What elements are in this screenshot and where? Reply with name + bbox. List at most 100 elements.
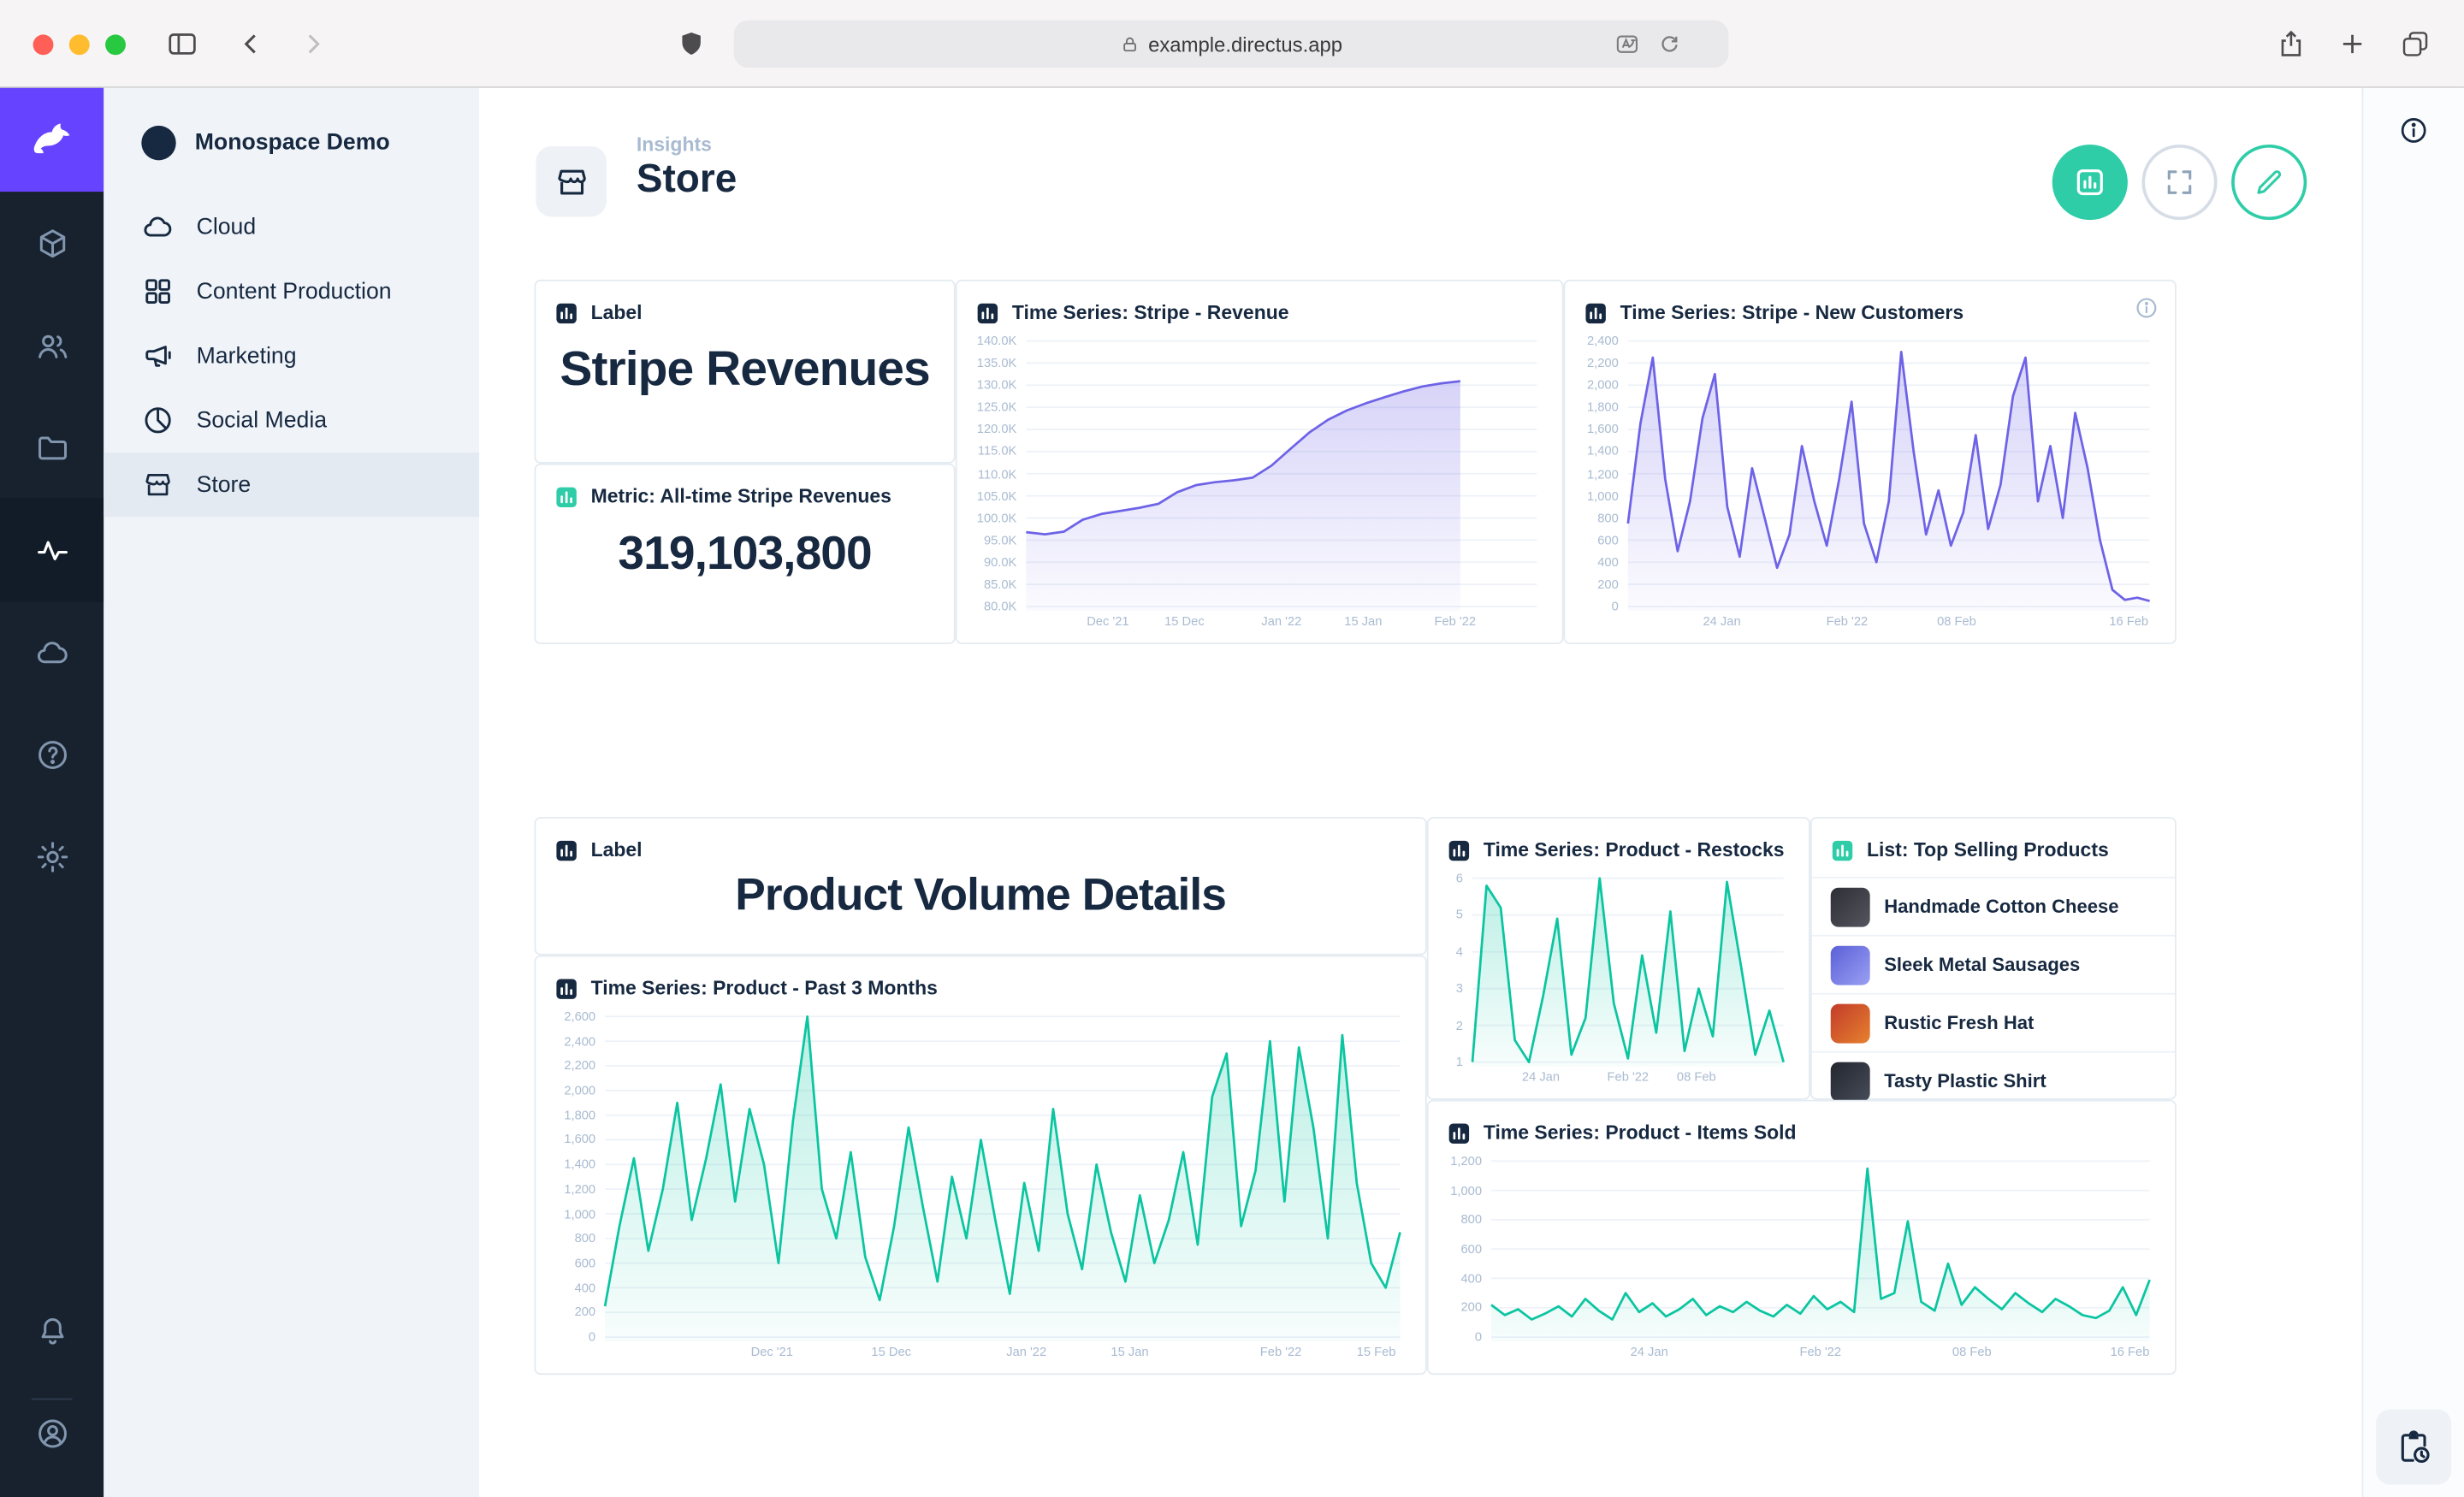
y-axis-label: 2,400: [1578, 334, 1619, 348]
y-axis-label: 130.0K: [969, 378, 1016, 393]
module-users-icon[interactable]: [0, 293, 104, 397]
x-axis-label: 15 Jan: [1111, 1345, 1148, 1359]
sidebar-item-label: Store: [197, 472, 252, 497]
module-settings-icon[interactable]: [0, 804, 104, 908]
edit-dashboard-button[interactable]: [2231, 145, 2307, 220]
sidebar-toggle-icon[interactable]: [165, 27, 199, 61]
module-bar: [0, 88, 104, 1497]
megaphone-icon: [141, 340, 175, 373]
chart-panel-icon: [554, 977, 578, 1001]
chart-panel-icon: [554, 838, 578, 862]
back-icon[interactable]: [236, 27, 268, 61]
forward-icon[interactable]: [297, 27, 329, 61]
product-name: Tasty Plastic Shirt: [1884, 1070, 2046, 1092]
x-axis-label: 15 Dec: [1164, 614, 1205, 629]
panel-restocks-chart[interactable]: Time Series: Product - Restocks 65432124…: [1427, 817, 1810, 1100]
url-text: example.directus.app: [1148, 33, 1342, 56]
tab-overview-icon[interactable]: [2400, 27, 2431, 61]
y-axis-label: 1,800: [1578, 400, 1619, 415]
minimize-window-button[interactable]: [69, 33, 90, 54]
module-cloud-icon[interactable]: [0, 601, 104, 704]
y-axis-label: 5: [1441, 908, 1463, 922]
directus-logo[interactable]: [0, 88, 104, 192]
list-item[interactable]: Handmade Cotton Cheese: [1812, 877, 2175, 935]
sidebar-item-label: Content Production: [197, 279, 392, 304]
x-axis-label: 08 Feb: [1952, 1345, 1992, 1359]
address-bar[interactable]: example.directus.app: [734, 21, 1729, 68]
x-axis-label: 16 Feb: [2109, 614, 2148, 629]
y-axis-label: 3: [1441, 981, 1463, 996]
y-axis-label: 2,600: [548, 1009, 595, 1024]
panel-title: Time Series: Product - Items Sold: [1484, 1121, 1797, 1144]
y-axis-label: 1: [1441, 1055, 1463, 1069]
module-insights-icon[interactable]: [0, 498, 104, 601]
panel-label-product-volume[interactable]: Label Product Volume Details: [534, 817, 1426, 956]
stripe-revenue-chart: 140.0K135.0K130.0K125.0K120.0K115.0K110.…: [969, 332, 1546, 636]
list-item[interactable]: Rustic Fresh Hat: [1812, 993, 2175, 1051]
info-icon[interactable]: [2134, 295, 2159, 320]
translate-icon[interactable]: [1614, 21, 1640, 68]
sidebar-item-content-production[interactable]: Content Production: [104, 259, 479, 323]
panel-past-3-months-chart[interactable]: Time Series: Product - Past 3 Months 2,6…: [534, 956, 1426, 1375]
list-item[interactable]: Sleek Metal Sausages: [1812, 935, 2175, 993]
activity-log-icon[interactable]: [2376, 1410, 2451, 1485]
y-axis-label: 200: [1441, 1300, 1482, 1315]
fullscreen-button[interactable]: [2141, 145, 2217, 220]
right-sidebar: [2362, 88, 2464, 1497]
panel-label-stripe-revenues[interactable]: Label Stripe Revenues: [534, 280, 955, 464]
close-window-button[interactable]: [33, 33, 54, 54]
product-thumbnail: [1831, 945, 1870, 985]
y-axis-label: 115.0K: [969, 445, 1016, 459]
panel-title: Time Series: Product - Past 3 Months: [591, 977, 938, 999]
x-axis-label: Jan '22: [1261, 614, 1301, 629]
y-axis-label: 1,400: [548, 1157, 595, 1172]
info-sidebar-icon[interactable]: [2398, 115, 2430, 146]
y-axis-label: 85.0K: [969, 577, 1016, 592]
breadcrumb[interactable]: Insights: [637, 133, 712, 156]
project-switcher[interactable]: Monospace Demo: [104, 88, 479, 195]
x-axis-label: 08 Feb: [1937, 614, 1976, 629]
module-files-icon[interactable]: [0, 396, 104, 500]
x-axis-label: Dec '21: [751, 1345, 793, 1359]
project-logo: [141, 126, 175, 160]
panel-stripe-revenue-chart[interactable]: Time Series: Stripe - Revenue 140.0K135.…: [956, 280, 1564, 644]
y-axis-label: 90.0K: [969, 555, 1016, 570]
past-3-months-chart: 2,6002,4002,2002,0001,8001,6001,4001,200…: [548, 1007, 1410, 1367]
panel-title: Time Series: Product - Restocks: [1484, 839, 1785, 861]
reload-icon[interactable]: [1658, 21, 1682, 68]
y-axis-label: 2,000: [548, 1084, 595, 1098]
top-products-list: Handmade Cotton CheeseSleek Metal Sausag…: [1812, 877, 2175, 1109]
module-collections-icon[interactable]: [0, 192, 104, 295]
panel-new-customers-chart[interactable]: Time Series: Stripe - New Customers 2,40…: [1564, 280, 2177, 644]
shield-icon[interactable]: [676, 27, 708, 61]
y-axis-label: 200: [548, 1305, 595, 1320]
sidebar-item-store[interactable]: Store: [104, 453, 479, 517]
panel-items-sold-chart[interactable]: Time Series: Product - Items Sold 1,2001…: [1427, 1100, 2177, 1375]
navigation-sidebar: Monospace Demo Cloud Content Production …: [104, 88, 479, 1497]
y-axis-label: 1,200: [548, 1182, 595, 1197]
y-axis-label: 1,600: [548, 1133, 595, 1147]
sidebar-item-cloud[interactable]: Cloud: [104, 195, 479, 259]
module-help-icon[interactable]: [0, 702, 104, 806]
panel-metric-stripe-revenues[interactable]: Metric: All-time Stripe Revenues 319,103…: [534, 464, 955, 644]
account-icon[interactable]: [0, 1381, 104, 1484]
sidebar-item-social-media[interactable]: Social Media: [104, 388, 479, 453]
new-tab-icon[interactable]: [2337, 27, 2368, 61]
y-axis-label: 2,000: [1578, 378, 1619, 393]
add-panel-button[interactable]: [2052, 145, 2128, 220]
y-axis-label: 6: [1441, 871, 1463, 885]
sidebar-item-marketing[interactable]: Marketing: [104, 323, 479, 388]
panel-top-selling-products[interactable]: List: Top Selling Products Handmade Cott…: [1810, 817, 2177, 1100]
x-axis-label: 24 Jan: [1703, 614, 1740, 629]
share-icon[interactable]: [2276, 27, 2307, 61]
panel-title: Time Series: Stripe - New Customers: [1620, 302, 1964, 324]
sidebar-item-label: Marketing: [197, 343, 297, 368]
zoom-window-button[interactable]: [105, 33, 126, 54]
y-axis-label: 600: [1578, 533, 1619, 547]
x-axis-label: Jan '22: [1006, 1345, 1046, 1359]
notifications-icon[interactable]: [0, 1279, 104, 1382]
label-text: Product Volume Details: [536, 871, 1425, 923]
sidebar-item-label: Social Media: [197, 408, 327, 433]
y-axis-label: 200: [1578, 577, 1619, 592]
y-axis-label: 600: [548, 1256, 595, 1270]
